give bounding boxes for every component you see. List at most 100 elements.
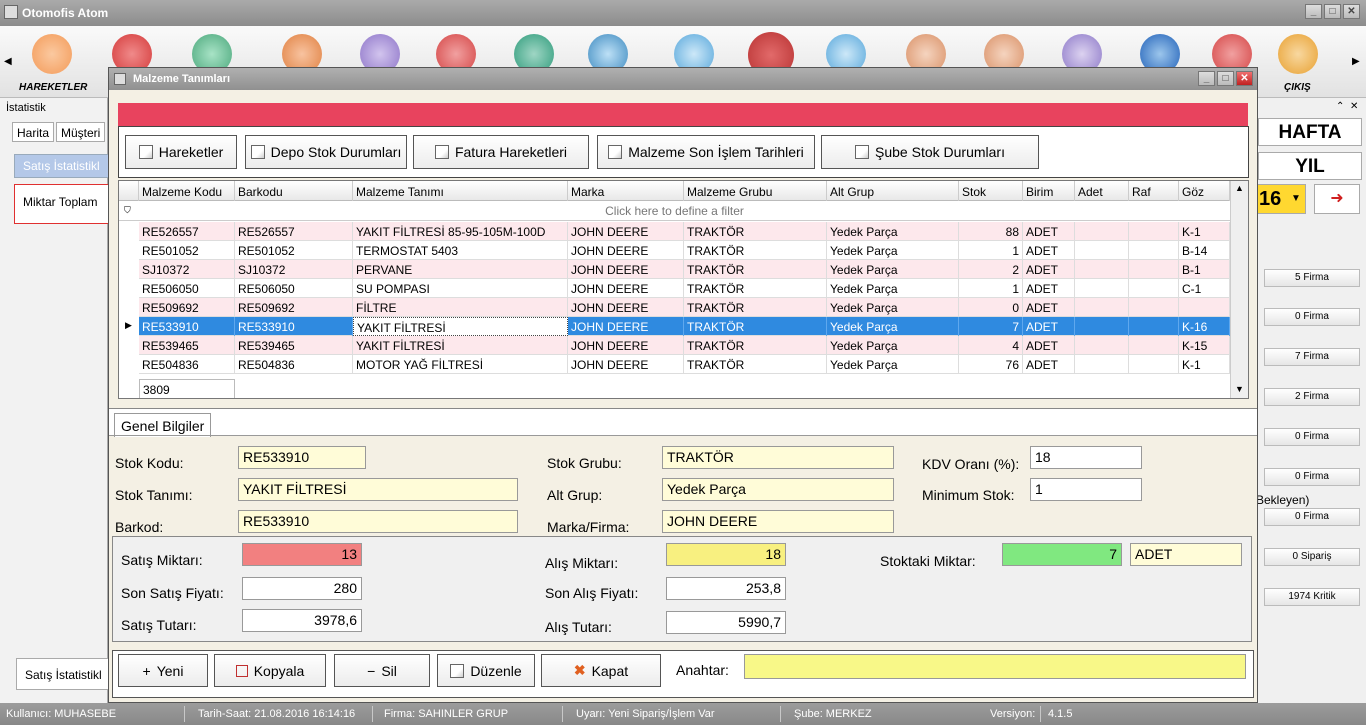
son-satis-field[interactable]: 280 — [242, 577, 362, 600]
table-cell[interactable]: ADET — [1023, 279, 1075, 298]
stat-badge[interactable]: 0 Firma — [1264, 308, 1360, 326]
hafta-button[interactable]: HAFTA — [1258, 118, 1362, 146]
table-row[interactable]: RE526557 RE526557 YAKIT FİLTRESİ 85-95-105… — [139, 222, 1230, 241]
table-cell[interactable]: Yedek Parça — [827, 241, 959, 260]
stat-badge[interactable]: 7 Firma — [1264, 348, 1360, 366]
table-cell[interactable] — [1075, 241, 1129, 260]
yil-button[interactable]: YIL — [1258, 152, 1362, 180]
table-cell[interactable]: RE506050 — [139, 279, 235, 298]
table-cell[interactable]: ADET — [1023, 317, 1075, 336]
minimize-icon[interactable]: _ — [1198, 71, 1215, 86]
panel-pin-icon[interactable]: ⌃ — [1336, 101, 1344, 112]
table-cell[interactable]: RE539465 — [235, 336, 353, 355]
barkod-field[interactable]: RE533910 — [238, 510, 518, 533]
column-header[interactable]: Malzeme Kodu — [139, 181, 235, 201]
stat-badge[interactable]: 0 Firma — [1264, 428, 1360, 446]
stok-grubu-field[interactable]: TRAKTÖR — [662, 446, 894, 469]
sube-stok-button[interactable]: Şube Stok Durumları — [821, 135, 1039, 169]
marka-field[interactable]: JOHN DEERE — [662, 510, 894, 533]
maximize-icon[interactable]: □ — [1217, 71, 1234, 86]
table-cell[interactable]: TRAKTÖR — [684, 279, 827, 298]
anahtar-input[interactable] — [744, 654, 1246, 679]
kopyala-button[interactable]: Kopyala — [214, 654, 326, 687]
satis-tutari-field[interactable]: 3978,6 — [242, 609, 362, 632]
stat-badge[interactable]: 0 Sipariş — [1264, 548, 1360, 566]
table-cell[interactable]: Yedek Parça — [827, 317, 959, 336]
table-cell[interactable]: B-1 — [1179, 260, 1230, 279]
son-islem-button[interactable]: Malzeme Son İşlem Tarihleri — [597, 135, 815, 169]
table-cell[interactable]: SJ10372 — [139, 260, 235, 279]
table-cell[interactable]: TRAKTÖR — [684, 260, 827, 279]
table-row[interactable]: RE501052 RE501052 TERMOSTAT 5403 JOHN DEERE… — [139, 241, 1230, 260]
stok-kodu-field[interactable]: RE533910 — [238, 446, 366, 469]
table-cell[interactable]: RE501052 — [235, 241, 353, 260]
table-cell[interactable] — [1179, 298, 1230, 317]
table-cell[interactable]: 7 — [959, 317, 1023, 336]
tab-harita[interactable]: Harita — [12, 122, 55, 142]
table-cell[interactable]: RE533910 — [235, 317, 353, 336]
table-cell[interactable] — [1075, 260, 1129, 279]
table-cell[interactable]: K-16 — [1179, 317, 1230, 336]
table-cell[interactable]: Yedek Parça — [827, 222, 959, 241]
table-cell[interactable]: ADET — [1023, 222, 1075, 241]
maximize-icon[interactable]: □ — [1324, 4, 1341, 19]
table-cell[interactable] — [1075, 336, 1129, 355]
table-cell[interactable] — [1129, 241, 1179, 260]
table-cell[interactable]: 4 — [959, 336, 1023, 355]
table-cell[interactable]: RE501052 — [139, 241, 235, 260]
table-row[interactable]: SJ10372 SJ10372 PERVANE JOHN DEERE TRAKTÖR Ye… — [139, 260, 1230, 279]
table-cell[interactable]: 0 — [959, 298, 1023, 317]
arrow-right-icon[interactable]: ➜ — [1314, 184, 1360, 214]
table-cell[interactable]: 88 — [959, 222, 1023, 241]
table-cell[interactable]: K-15 — [1179, 336, 1230, 355]
table-cell[interactable]: ADET — [1023, 336, 1075, 355]
table-cell[interactable]: MOTOR YAĞ FİLTRESİ — [353, 355, 568, 374]
hareketler-button[interactable]: Hareketler — [125, 135, 237, 169]
table-cell[interactable]: TERMOSTAT 5403 — [353, 241, 568, 260]
table-cell[interactable] — [1129, 298, 1179, 317]
column-header[interactable]: Adet — [1075, 181, 1129, 201]
stat-badge[interactable]: 1974 Kritik — [1264, 588, 1360, 606]
table-cell[interactable]: TRAKTÖR — [684, 355, 827, 374]
depo-stok-button[interactable]: Depo Stok Durumları — [245, 135, 407, 169]
tab-musteri[interactable]: Müşteri — [56, 122, 106, 142]
table-cell[interactable]: JOHN DEERE — [568, 317, 684, 336]
table-cell[interactable]: SJ10372 — [235, 260, 353, 279]
table-cell[interactable]: K-1 — [1179, 222, 1230, 241]
table-cell[interactable] — [1075, 355, 1129, 374]
table-cell[interactable]: JOHN DEERE — [568, 298, 684, 317]
stat-badge[interactable]: 2 Firma — [1264, 388, 1360, 406]
kapat-button[interactable]: ✖ Kapat — [541, 654, 661, 687]
table-cell[interactable]: PERVANE — [353, 260, 568, 279]
table-cell[interactable]: RE533910 — [139, 317, 235, 336]
fatura-hareketleri-button[interactable]: Fatura Hareketleri — [413, 135, 589, 169]
tab-genel-bilgiler[interactable]: Genel Bilgiler — [114, 413, 212, 437]
filter-row[interactable]: ⛉ Click here to define a filter — [119, 201, 1230, 221]
table-cell[interactable]: TRAKTÖR — [684, 317, 827, 336]
number-dropdown[interactable]: 16 ▼ — [1256, 184, 1306, 214]
table-cell[interactable]: JOHN DEERE — [568, 336, 684, 355]
scroll-up-icon[interactable]: ▲ — [1235, 183, 1244, 193]
min-stok-field[interactable]: 1 — [1030, 478, 1142, 501]
tab-satis-istatistik[interactable]: Satış İstatistikl — [16, 658, 112, 690]
alis-tutari-field[interactable]: 5990,7 — [666, 611, 786, 634]
table-cell[interactable]: K-1 — [1179, 355, 1230, 374]
table-cell[interactable]: TRAKTÖR — [684, 336, 827, 355]
column-header[interactable]: Raf — [1129, 181, 1179, 201]
stat-badge[interactable]: 5 Firma — [1264, 269, 1360, 287]
table-cell[interactable]: TRAKTÖR — [684, 298, 827, 317]
table-cell[interactable] — [1075, 317, 1129, 336]
table-cell[interactable]: RE509692 — [139, 298, 235, 317]
table-cell[interactable]: YAKIT FİLTRESİ 85-95-105M-100D — [353, 222, 568, 241]
table-cell[interactable]: Yedek Parça — [827, 336, 959, 355]
lock-icon[interactable] — [1278, 34, 1318, 74]
column-header[interactable]: Stok — [959, 181, 1023, 201]
son-alis-field[interactable]: 253,8 — [666, 577, 786, 600]
column-header[interactable]: Alt Grup — [827, 181, 959, 201]
table-row[interactable]: RE509692 RE509692 FİLTRE JOHN DEERE TRAKTÖR Y… — [139, 298, 1230, 317]
table-cell[interactable]: RE506050 — [235, 279, 353, 298]
stok-tanimi-field[interactable]: YAKIT FİLTRESİ — [238, 478, 518, 501]
table-cell[interactable] — [1129, 317, 1179, 336]
table-cell[interactable]: RE504836 — [139, 355, 235, 374]
table-cell[interactable] — [1075, 298, 1129, 317]
